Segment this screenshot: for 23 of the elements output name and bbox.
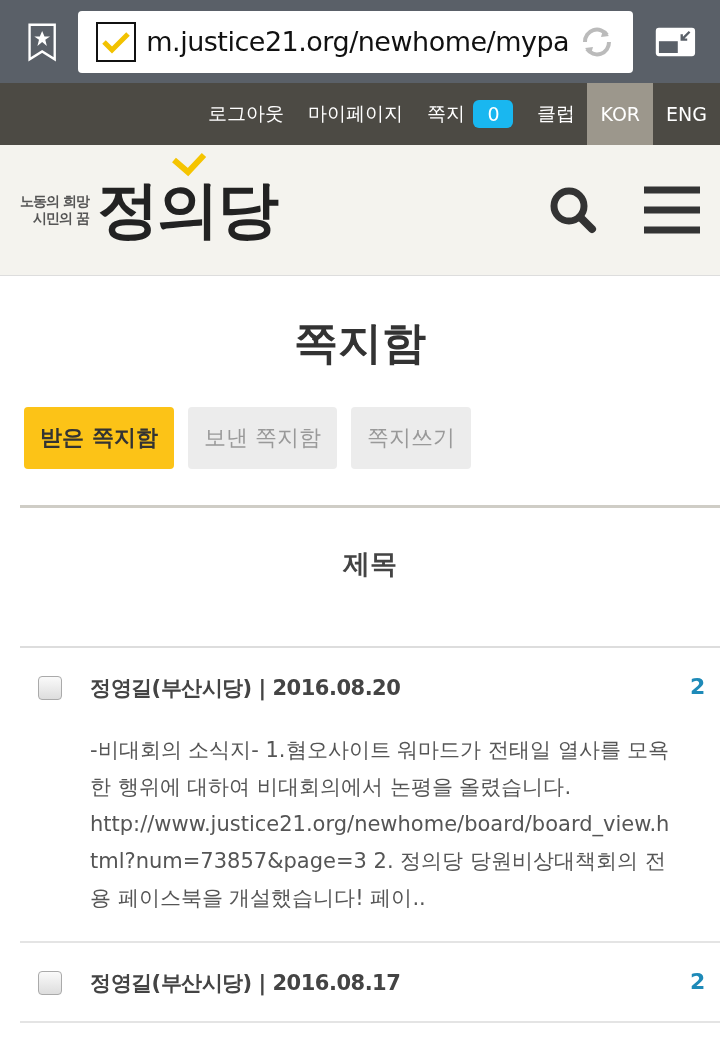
nav-link[interactable]: 쪽지 0	[415, 83, 526, 145]
nav-link[interactable]: 클럽	[525, 83, 588, 145]
message-sender-date[interactable]: 정영길(부산시당) | 2016.08.17	[90, 969, 690, 997]
search-icon[interactable]	[548, 185, 598, 235]
language-tab[interactable]: ENG	[653, 83, 720, 145]
message-preview[interactable]: -비대회의 소식지- 1.혐오사이트 워마드가 전태일 열사를 모욕한 행위에 대하여 비대회의에서 논평을 올렸습니다. http://www.justice21.org/newhome/board/board_view.html?num=73857&page=3 2. 정의당 당원비상대책회의 전용 페이스북을 개설했습니다! 페이..	[90, 732, 690, 917]
url-field[interactable]: m.justice21.org/newhome/mypa	[78, 10, 634, 73]
check-icon	[96, 21, 137, 62]
page-title: 쪽지함	[293, 316, 427, 370]
nav-link[interactable]: 로그아웃	[196, 83, 297, 145]
checkbox[interactable]	[38, 971, 62, 995]
table-cell-text: 2	[690, 969, 707, 996]
logo-name: 정의당	[96, 172, 277, 248]
message-sender-date[interactable]: 정영길(부산시당) | 2016.08.20	[90, 674, 690, 702]
message-count-badge: 0	[473, 100, 514, 128]
nav-link[interactable]: 마이페이지	[296, 83, 416, 145]
table-cell-text: 2	[690, 674, 707, 701]
check-mark-icon	[170, 152, 207, 178]
tab[interactable]: 받은 쪽지함	[24, 407, 174, 469]
menu-icon[interactable]	[644, 186, 700, 234]
checkbox[interactable]	[38, 676, 62, 700]
logo-tagline: 노동의 희망 시민의 꿈	[20, 193, 89, 227]
column-header: 제목	[343, 547, 397, 581]
